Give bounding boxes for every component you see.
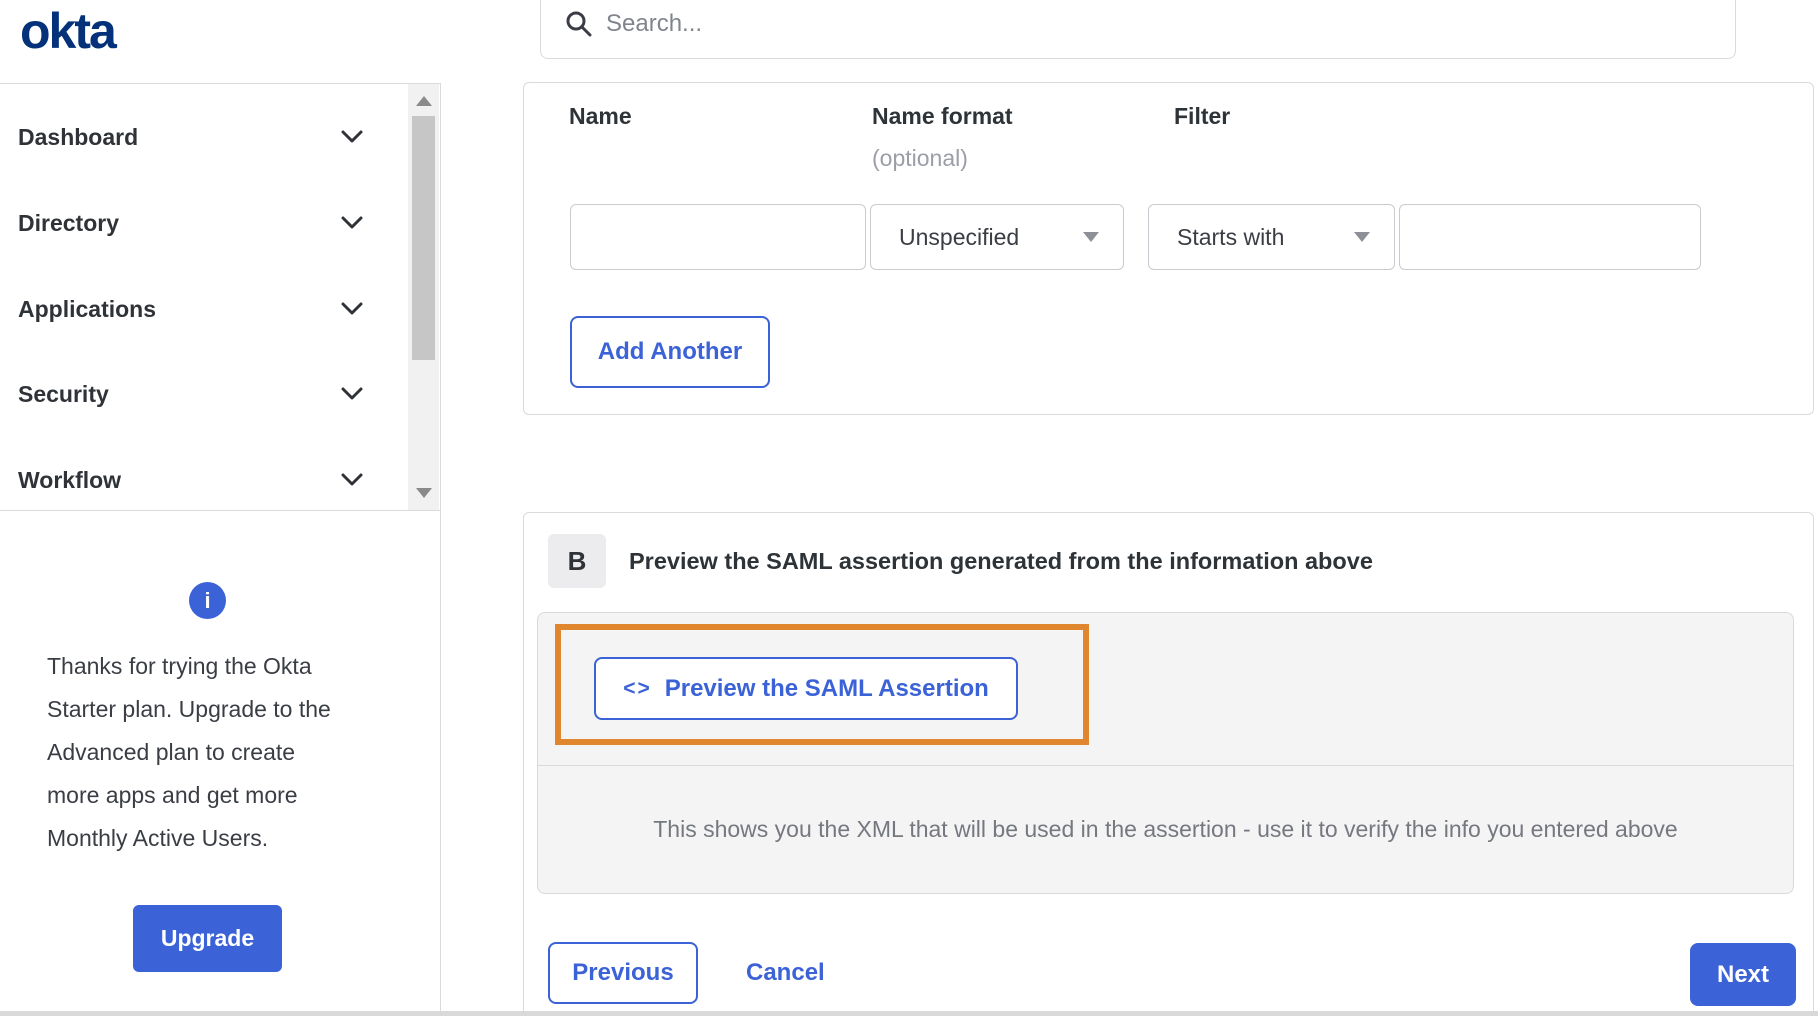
preview-note-row: This shows you the XML that will be used…: [538, 766, 1793, 893]
upgrade-button[interactable]: Upgrade: [133, 905, 282, 972]
chevron-down-icon: [341, 387, 363, 401]
dropdown-caret-icon: [1083, 232, 1099, 242]
preview-note-text: This shows you the XML that will be used…: [653, 816, 1677, 843]
next-button[interactable]: Next: [1690, 943, 1796, 1006]
filter-type-selected-value: Starts with: [1177, 224, 1284, 251]
preview-panel: <> Preview the SAML Assertion This shows…: [537, 612, 1794, 894]
sidebar-nav: Dashboard Directory Applications Securit…: [0, 83, 441, 511]
preview-section-heading: Preview the SAML assertion generated fro…: [629, 548, 1373, 575]
sidebar-item-label: Dashboard: [18, 124, 138, 151]
preview-saml-card: B Preview the SAML assertion generated f…: [523, 512, 1814, 1016]
scroll-up-arrow-icon[interactable]: [416, 96, 432, 106]
sidebar-item-label: Directory: [18, 210, 119, 237]
chevron-down-icon: [341, 473, 363, 487]
scroll-down-arrow-icon[interactable]: [416, 488, 432, 498]
scrollbar-thumb[interactable]: [412, 116, 435, 360]
sidebar-item-label: Security: [18, 381, 109, 408]
search-icon: [565, 10, 592, 37]
window-bottom-edge: [0, 1011, 1818, 1016]
global-search[interactable]: [540, 0, 1736, 59]
chevron-down-icon: [341, 216, 363, 230]
sidebar-item-label: Workflow: [18, 467, 121, 494]
name-input[interactable]: [570, 204, 866, 270]
dropdown-caret-icon: [1354, 232, 1370, 242]
sidebar-item-dashboard[interactable]: Dashboard: [18, 104, 363, 170]
sidebar-scrollbar[interactable]: [408, 84, 439, 510]
name-format-optional-label: (optional): [872, 145, 968, 172]
name-column-label: Name: [569, 103, 632, 130]
previous-button[interactable]: Previous: [548, 942, 698, 1004]
chevron-down-icon: [341, 302, 363, 316]
info-icon: i: [189, 582, 226, 619]
preview-saml-assertion-button[interactable]: <> Preview the SAML Assertion: [594, 657, 1018, 720]
name-format-select[interactable]: Unspecified: [870, 204, 1124, 270]
sidebar-item-directory[interactable]: Directory: [18, 190, 363, 256]
name-format-column-label: Name format: [872, 103, 1013, 130]
sidebar-item-applications[interactable]: Applications: [18, 276, 363, 342]
filter-value-input[interactable]: [1399, 204, 1701, 270]
sidebar-item-workflow[interactable]: Workflow: [18, 447, 363, 513]
cancel-link[interactable]: Cancel: [746, 942, 825, 1004]
sidebar-divider: [440, 83, 441, 1016]
name-format-selected-value: Unspecified: [899, 224, 1019, 251]
code-icon: <>: [623, 677, 652, 701]
preview-button-label: Preview the SAML Assertion: [665, 675, 989, 703]
attribute-statements-card: Name Name format (optional) Filter Unspe…: [523, 82, 1814, 415]
filter-type-select[interactable]: Starts with: [1148, 204, 1395, 270]
preview-button-row: <> Preview the SAML Assertion: [538, 613, 1793, 766]
plan-notice-text: Thanks for trying the Okta Starter plan.…: [47, 645, 349, 860]
add-another-button[interactable]: Add Another: [570, 316, 770, 388]
sidebar-item-security[interactable]: Security: [18, 361, 363, 427]
sidebar-item-label: Applications: [18, 296, 156, 323]
filter-column-label: Filter: [1174, 103, 1230, 130]
search-input[interactable]: [606, 10, 1735, 38]
step-b-badge: B: [548, 534, 606, 588]
okta-logo: okta: [20, 2, 115, 60]
chevron-down-icon: [341, 130, 363, 144]
